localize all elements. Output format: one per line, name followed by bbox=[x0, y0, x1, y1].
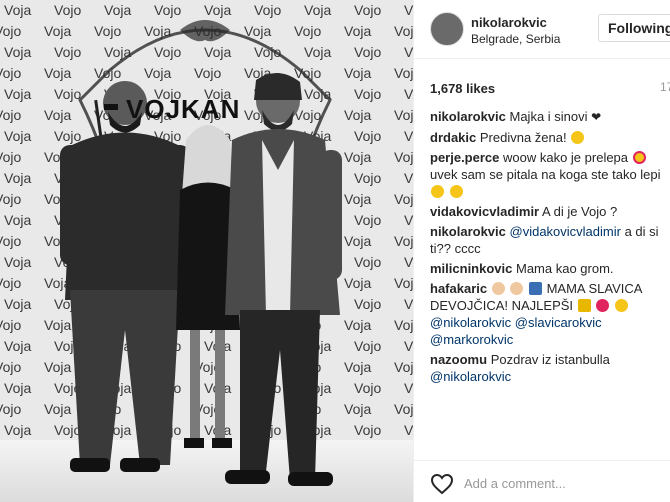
clap-emoji-icon bbox=[510, 282, 524, 295]
comment-text: Mama kao grom. bbox=[516, 261, 614, 276]
comment-mention[interactable]: @nikolarokvic bbox=[430, 369, 511, 384]
comment: nazoomu Pozdrav iz istanbulla @nikolarok… bbox=[430, 351, 666, 385]
comment-mention[interactable]: @vidakovicvladimir bbox=[510, 224, 621, 239]
comment-username[interactable]: nikolarokvic bbox=[430, 224, 506, 239]
comment: milicninkovic Mama kao grom. bbox=[430, 260, 666, 277]
crown-emoji-icon bbox=[577, 299, 591, 312]
avatar[interactable] bbox=[430, 12, 464, 46]
smile-emoji-icon bbox=[571, 131, 585, 144]
comment-mention[interactable]: @markorokvic bbox=[430, 332, 513, 347]
comment-mention[interactable]: @slavicarokvic bbox=[515, 315, 602, 330]
comment-list: nikolarokvic Majka i sinovi ❤ drdakic Pr… bbox=[430, 108, 666, 388]
comment-username[interactable]: nikolarokvic bbox=[430, 109, 506, 124]
post-age: 17 bbox=[660, 80, 670, 94]
post-photo[interactable]: VojaVojoVojaVojoVojaVojoVojaVojoVojaVojo… bbox=[0, 0, 413, 502]
add-comment-input[interactable] bbox=[462, 472, 666, 494]
comment-username[interactable]: perje.perce bbox=[430, 150, 499, 165]
grin-emoji-icon bbox=[431, 185, 444, 198]
photo-scene bbox=[60, 20, 342, 486]
comment-text-continued: uvek sam se pitala na koga ste tako lepi bbox=[430, 167, 661, 182]
post-location[interactable]: Belgrade, Serbia bbox=[471, 32, 560, 46]
comment-username[interactable]: drdakic bbox=[430, 130, 476, 145]
red-heart-emoji-icon bbox=[596, 299, 610, 312]
top-emoji-icon bbox=[528, 282, 542, 295]
comment-text: Pozdrav iz istanbulla bbox=[490, 352, 610, 367]
comment-text: Predivna žena! bbox=[479, 130, 567, 145]
likes-count[interactable]: 1,678 likes bbox=[430, 81, 495, 96]
comment-username[interactable]: hafakaric bbox=[430, 281, 487, 296]
comment: nikolarokvic Majka i sinovi ❤ bbox=[430, 108, 666, 126]
comment: vidakovicvladimir A di je Vojo ? bbox=[430, 203, 666, 220]
comment: hafakaric MAMA SLAVICA DEVOJČICA! NAJLEP… bbox=[430, 280, 666, 348]
laugh-emoji-icon bbox=[449, 185, 463, 198]
likes-row: 1,678 likes 17 bbox=[430, 80, 670, 98]
black-heart-icon: ❤ bbox=[591, 110, 602, 124]
comment-mention[interactable]: @nikolarokvic bbox=[430, 315, 511, 330]
comment-text: Majka i sinovi bbox=[509, 109, 588, 124]
comment-text: woow kako je prelepa bbox=[503, 150, 629, 165]
comment-username[interactable]: nazoomu bbox=[430, 352, 487, 367]
like-heart-icon[interactable] bbox=[430, 473, 454, 495]
thumbs-up-emoji-icon bbox=[491, 282, 505, 295]
kiss-emoji-icon bbox=[614, 299, 628, 312]
comment: nikolarokvic @vidakovicvladimir a di si … bbox=[430, 223, 666, 257]
backdrop-sign: VOJKAN bbox=[126, 94, 241, 124]
post-sidebar: nikolarokvic Belgrade, Serbia Following … bbox=[413, 0, 670, 502]
post-header: nikolarokvic Belgrade, Serbia Following bbox=[414, 0, 670, 59]
comment-text: A di je Vojo ? bbox=[542, 204, 618, 219]
heart-eyes-emoji-icon bbox=[632, 151, 646, 164]
following-button[interactable]: Following bbox=[598, 14, 670, 42]
comment-username[interactable]: milicninkovic bbox=[430, 261, 512, 276]
comment: drdakic Predivna žena! bbox=[430, 129, 666, 146]
add-comment-row bbox=[414, 460, 670, 502]
header-username[interactable]: nikolarokvic bbox=[471, 15, 547, 30]
comment: perje.perce woow kako je prelepa uvek sa… bbox=[430, 149, 666, 200]
comment-username[interactable]: vidakovicvladimir bbox=[430, 204, 539, 219]
